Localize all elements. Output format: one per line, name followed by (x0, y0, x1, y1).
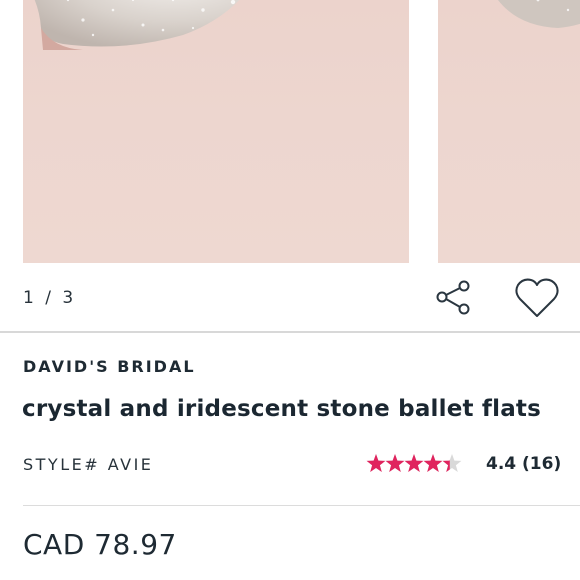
product-title: crystal and iridescent stone ballet flat… (22, 396, 542, 422)
image-counter: 1 / 3 (23, 288, 77, 308)
shoe-image (34, 0, 240, 50)
product-price: CAD 78.97 (23, 528, 177, 561)
product-image-gallery[interactable] (0, 0, 580, 265)
price-divider (23, 505, 580, 506)
section-divider (0, 331, 580, 333)
shoe-image (498, 0, 580, 28)
product-rating[interactable]: 4.4 (16) (366, 452, 561, 476)
gallery-meta-row: 1 / 3 (0, 265, 580, 331)
favorite-button[interactable] (514, 276, 560, 320)
product-image-1[interactable] (23, 0, 409, 263)
share-icon (436, 280, 470, 315)
brand-name: DAVID'S BRIDAL (23, 357, 196, 376)
style-number: STYLE# AVIE (23, 455, 154, 474)
heart-icon (515, 278, 559, 317)
share-button[interactable] (433, 276, 477, 320)
rating-summary: 4.4 (16) (486, 454, 562, 474)
product-image-2[interactable] (438, 0, 580, 263)
star-rating-icon (366, 454, 462, 472)
